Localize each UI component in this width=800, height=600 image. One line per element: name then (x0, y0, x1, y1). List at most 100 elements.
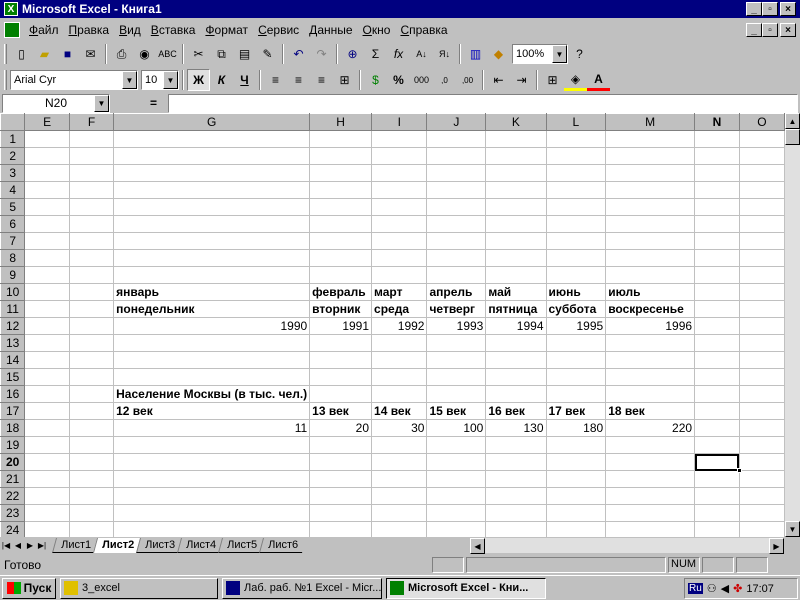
cell[interactable] (739, 368, 785, 386)
cell[interactable] (546, 334, 607, 352)
cell[interactable] (309, 334, 373, 352)
cell[interactable]: 12 век (113, 402, 311, 420)
cell[interactable]: 1994 (485, 317, 547, 335)
cell[interactable] (485, 130, 547, 148)
cell[interactable] (113, 266, 311, 284)
cell[interactable] (309, 164, 373, 182)
row-header[interactable]: 12 (0, 317, 26, 335)
cell[interactable]: 30 (371, 419, 428, 437)
row-header[interactable]: 5 (0, 198, 26, 216)
row-header[interactable]: 4 (0, 181, 26, 199)
column-header[interactable]: J (426, 113, 487, 131)
cell[interactable] (113, 470, 311, 488)
cell[interactable] (485, 385, 547, 403)
cell[interactable] (69, 385, 115, 403)
cell[interactable] (605, 232, 696, 250)
cell[interactable] (371, 470, 428, 488)
help-icon[interactable]: ? (568, 43, 591, 65)
cell[interactable] (485, 215, 547, 233)
cell[interactable] (605, 453, 696, 471)
row-header[interactable]: 17 (0, 402, 26, 420)
cell[interactable] (485, 232, 547, 250)
cell[interactable] (113, 181, 311, 199)
cell[interactable] (605, 130, 696, 148)
cell[interactable] (69, 130, 115, 148)
cell[interactable] (605, 487, 696, 505)
cell[interactable] (371, 249, 428, 267)
taskbar-button[interactable]: Лаб. раб. №1 Excel - Micr... (222, 577, 382, 599)
cell[interactable] (371, 351, 428, 369)
name-box[interactable]: N20 ▼ (2, 94, 110, 113)
cell[interactable] (694, 436, 740, 454)
cell[interactable] (546, 249, 607, 267)
cell[interactable] (605, 436, 696, 454)
column-header[interactable]: G (113, 113, 311, 131)
cell[interactable] (69, 232, 115, 250)
column-header[interactable]: O (738, 113, 785, 131)
cell[interactable] (485, 266, 547, 284)
cell[interactable] (24, 419, 70, 437)
decrease-decimal-icon[interactable]: ,00 (456, 69, 479, 91)
menu-item[interactable]: Справка (395, 23, 452, 37)
spelling-icon[interactable]: ABC (156, 43, 179, 65)
chart-wizard-icon[interactable]: ▥ (464, 43, 487, 65)
cell[interactable] (426, 266, 487, 284)
cell[interactable] (69, 198, 115, 216)
print-preview-icon[interactable]: ◉ (133, 43, 156, 65)
borders-icon[interactable]: ⊞ (541, 69, 564, 91)
cell[interactable] (546, 215, 607, 233)
cell[interactable] (694, 334, 740, 352)
currency-icon[interactable]: $ (364, 69, 387, 91)
hyperlink-icon[interactable]: ⊕ (341, 43, 364, 65)
cell[interactable] (739, 317, 785, 335)
start-button[interactable]: Пуск (2, 577, 56, 599)
cell[interactable] (24, 453, 70, 471)
cell[interactable] (426, 436, 487, 454)
cell[interactable]: 11 (113, 419, 311, 437)
cell[interactable] (113, 215, 311, 233)
cell[interactable]: суббота (546, 300, 607, 318)
scroll-down-icon[interactable]: ▼ (785, 521, 800, 537)
cell[interactable]: май (485, 283, 547, 301)
cell[interactable] (426, 181, 487, 199)
scroll-up-icon[interactable]: ▲ (785, 113, 800, 129)
menu-item[interactable]: Данные (304, 23, 357, 37)
cell[interactable] (485, 198, 547, 216)
cell[interactable] (694, 232, 740, 250)
cell[interactable] (739, 181, 785, 199)
cell[interactable] (24, 232, 70, 250)
thousands-icon[interactable]: 000 (410, 69, 433, 91)
cell[interactable] (24, 147, 70, 165)
cell[interactable]: 13 век (309, 402, 373, 420)
cell[interactable] (546, 164, 607, 182)
italic-button[interactable]: К (210, 69, 233, 91)
row-header[interactable]: 11 (0, 300, 26, 318)
doc-minimize-button[interactable]: _ (746, 23, 762, 37)
row-header[interactable]: 20 (0, 453, 26, 471)
cell[interactable] (694, 300, 740, 318)
cell[interactable] (739, 334, 785, 352)
cell[interactable] (24, 351, 70, 369)
column-header[interactable]: M (605, 113, 696, 131)
cell[interactable] (309, 232, 373, 250)
network-icon[interactable]: ⚇ (707, 582, 717, 595)
column-header[interactable]: H (309, 113, 373, 131)
horizontal-scrollbar[interactable]: ◀ ▶ (470, 538, 784, 554)
cell[interactable] (371, 266, 428, 284)
cell[interactable] (309, 215, 373, 233)
cell[interactable] (371, 436, 428, 454)
decrease-indent-icon[interactable]: ⇤ (487, 69, 510, 91)
cell[interactable] (371, 453, 428, 471)
cell[interactable]: 1993 (426, 317, 487, 335)
cell[interactable]: 1995 (546, 317, 607, 335)
cell[interactable] (113, 147, 311, 165)
redo-icon[interactable]: ↷ (310, 43, 333, 65)
cell[interactable] (113, 198, 311, 216)
cell[interactable] (739, 521, 785, 537)
row-header[interactable]: 14 (0, 351, 26, 369)
cell[interactable]: 16 век (485, 402, 547, 420)
cell[interactable]: среда (371, 300, 428, 318)
cell[interactable] (69, 470, 115, 488)
cell[interactable]: март (371, 283, 428, 301)
cell[interactable]: июнь (546, 283, 607, 301)
